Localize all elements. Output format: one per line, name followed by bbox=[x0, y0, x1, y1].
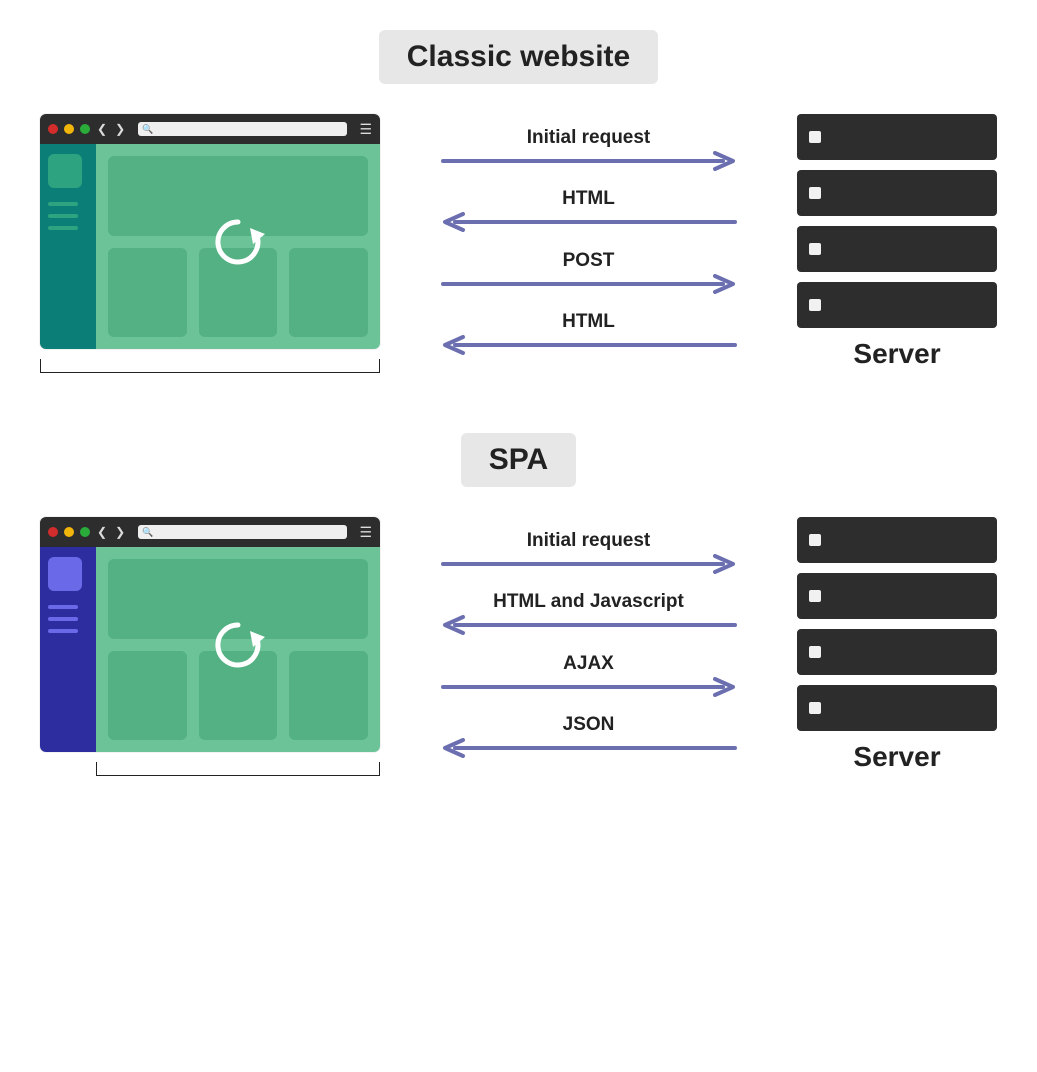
arrow-post: POST bbox=[404, 250, 773, 294]
arrow-html-response-2: HTML bbox=[404, 311, 773, 355]
server-rack-icon bbox=[797, 629, 997, 675]
sidebar-menu-icon bbox=[48, 202, 88, 230]
browser-sidebar bbox=[40, 547, 96, 752]
sidebar-logo-icon bbox=[48, 154, 82, 188]
window-minimize-icon bbox=[64, 527, 74, 537]
arrow-left-icon bbox=[439, 615, 739, 635]
browser-chrome: ❮ ❯ 🔍 ☰ bbox=[40, 114, 380, 144]
browser-content bbox=[96, 144, 380, 349]
classic-arrows: Initial request HTML POST bbox=[404, 114, 773, 364]
content-card bbox=[289, 651, 368, 740]
nav-forward-icon: ❯ bbox=[115, 122, 125, 136]
server-rack-icon bbox=[797, 685, 997, 731]
browser-content bbox=[96, 547, 380, 752]
server-rack-icon bbox=[797, 114, 997, 160]
nav-back-icon: ❮ bbox=[97, 525, 107, 539]
arrow-right-icon bbox=[439, 151, 739, 171]
arrow-html-response: HTML bbox=[404, 188, 773, 232]
arrow-initial-request: Initial request bbox=[404, 127, 773, 171]
classic-server: Server bbox=[797, 114, 997, 370]
arrow-json-response: JSON bbox=[404, 714, 773, 758]
arrow-right-icon bbox=[439, 274, 739, 294]
arrow-left-icon bbox=[439, 212, 739, 232]
server-label: Server bbox=[797, 741, 997, 773]
partial-reload-bracket-icon bbox=[96, 762, 380, 776]
arrow-right-icon bbox=[439, 554, 739, 574]
menu-icon: ☰ bbox=[359, 121, 372, 138]
server-rack-icon bbox=[797, 573, 997, 619]
menu-icon: ☰ bbox=[359, 524, 372, 541]
classic-browser: ❮ ❯ 🔍 ☰ bbox=[40, 114, 380, 373]
classic-section: Classic website ❮ ❯ 🔍 ☰ bbox=[40, 30, 997, 373]
arrow-initial-request: Initial request bbox=[404, 530, 773, 574]
arrow-left-icon bbox=[439, 738, 739, 758]
url-bar: 🔍 bbox=[138, 122, 347, 136]
server-rack-icon bbox=[797, 226, 997, 272]
spa-section: SPA ❮ ❯ 🔍 ☰ bbox=[40, 433, 997, 776]
content-card bbox=[108, 248, 187, 337]
window-close-icon bbox=[48, 527, 58, 537]
spa-title: SPA bbox=[461, 433, 576, 487]
full-reload-bracket-icon bbox=[40, 359, 380, 373]
content-card bbox=[108, 651, 187, 740]
arrow-ajax: AJAX bbox=[404, 653, 773, 697]
server-rack-icon bbox=[797, 517, 997, 563]
url-bar: 🔍 bbox=[138, 525, 347, 539]
reload-icon bbox=[208, 615, 268, 675]
nav-back-icon: ❮ bbox=[97, 122, 107, 136]
sidebar-logo-icon bbox=[48, 557, 82, 591]
arrow-right-icon bbox=[439, 677, 739, 697]
arrow-html-js-response: HTML and Javascript bbox=[404, 591, 773, 635]
window-close-icon bbox=[48, 124, 58, 134]
classic-title: Classic website bbox=[379, 30, 658, 84]
search-icon: 🔍 bbox=[142, 124, 153, 135]
spa-arrows: Initial request HTML and Javascript AJAX bbox=[404, 517, 773, 767]
spa-server: Server bbox=[797, 517, 997, 773]
window-maximize-icon bbox=[80, 124, 90, 134]
browser-sidebar bbox=[40, 144, 96, 349]
arrow-left-icon bbox=[439, 335, 739, 355]
content-card bbox=[289, 248, 368, 337]
server-label: Server bbox=[797, 338, 997, 370]
reload-icon bbox=[208, 212, 268, 272]
server-rack-icon bbox=[797, 170, 997, 216]
search-icon: 🔍 bbox=[142, 527, 153, 538]
browser-chrome: ❮ ❯ 🔍 ☰ bbox=[40, 517, 380, 547]
window-minimize-icon bbox=[64, 124, 74, 134]
spa-browser: ❮ ❯ 🔍 ☰ bbox=[40, 517, 380, 776]
sidebar-menu-icon bbox=[48, 605, 88, 633]
server-rack-icon bbox=[797, 282, 997, 328]
window-maximize-icon bbox=[80, 527, 90, 537]
nav-forward-icon: ❯ bbox=[115, 525, 125, 539]
